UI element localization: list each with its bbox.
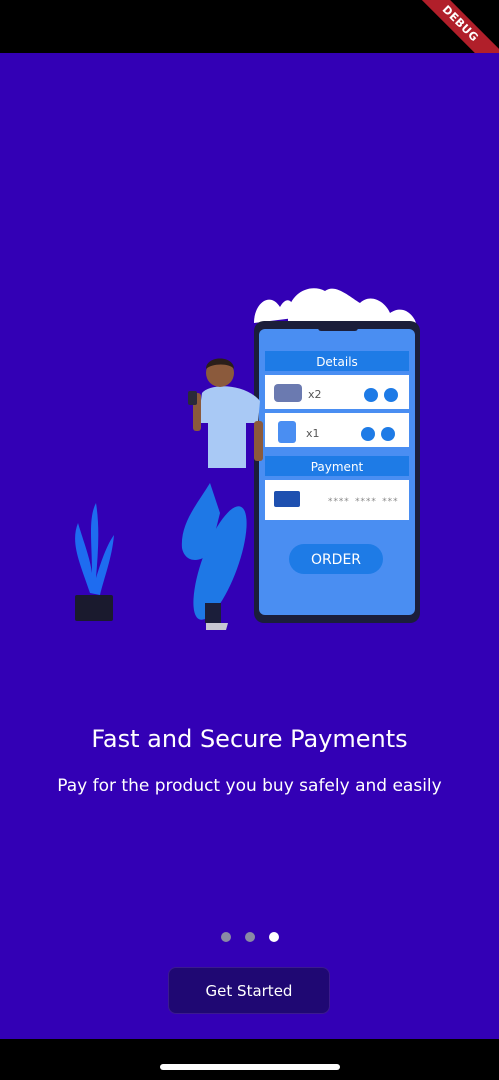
system-nav-bar [0, 1039, 499, 1080]
payment-illustration: Details x2 x1 Payment **** **** *** ORDE… [75, 288, 420, 630]
get-started-button[interactable]: Get Started [168, 967, 330, 1014]
item1-qty: x2 [308, 388, 322, 401]
phone-illustration: Details x2 x1 Payment **** **** *** ORDE… [254, 321, 420, 623]
card-mask: **** **** *** [328, 497, 398, 507]
page-dot-1[interactable] [220, 932, 231, 942]
onboarding-screen: Details x2 x1 Payment **** **** *** ORDE… [0, 53, 499, 1039]
status-bar: DEBUG [0, 0, 499, 53]
page-dot-3-active[interactable] [268, 932, 279, 942]
person-illustration [181, 358, 263, 630]
payment-header: Payment [311, 460, 364, 474]
item2-qty: x1 [306, 427, 320, 440]
debug-banner: DEBUG [399, 0, 499, 53]
details-header: Details [316, 355, 358, 369]
clouds-decoration [254, 288, 416, 323]
page-dot-2[interactable] [244, 932, 255, 942]
onboarding-title: Fast and Secure Payments [91, 725, 408, 753]
page-indicator [0, 932, 499, 942]
order-button-label: ORDER [311, 552, 361, 568]
home-indicator[interactable] [160, 1064, 340, 1070]
plant-decoration [75, 503, 114, 621]
onboarding-subtitle: Pay for the product you buy safely and e… [57, 776, 442, 796]
